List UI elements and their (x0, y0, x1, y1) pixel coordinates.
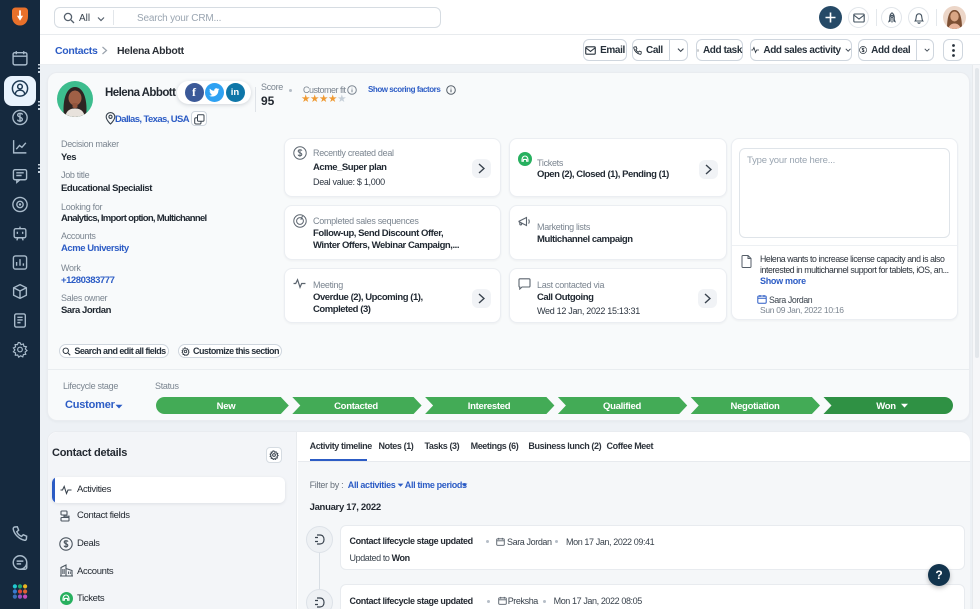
svg-text:New: New (217, 401, 237, 412)
svg-text:Qualified: Qualified (603, 401, 641, 412)
svg-text:Interested: Interested (468, 401, 511, 412)
svg-text:Contacted: Contacted (334, 401, 378, 412)
svg-text:Negotiation: Negotiation (731, 401, 780, 412)
svg-text:Won: Won (876, 401, 896, 412)
